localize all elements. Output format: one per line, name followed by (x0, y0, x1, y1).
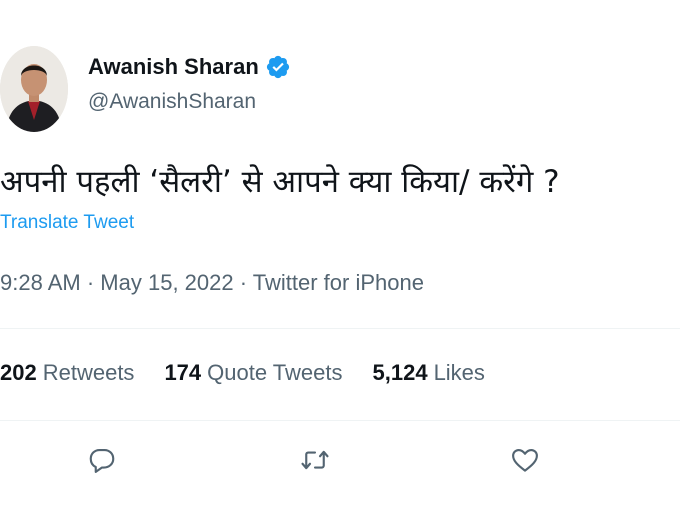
like-button[interactable] (505, 440, 545, 480)
tweet-header: Awanish Sharan @AwanishSharan (0, 40, 680, 132)
tweet-source[interactable]: Twitter for iPhone (253, 270, 424, 295)
heart-icon (512, 448, 538, 472)
translate-tweet-link[interactable]: Translate Tweet (0, 212, 134, 234)
retweets-label: Retweets (42, 360, 135, 385)
divider (0, 420, 680, 421)
tweet-text: अपनी पहली ‘सैलरी’ से आपने क्या किया/ करे… (0, 164, 560, 200)
quote-tweets-stat[interactable]: 174 Quote Tweets (164, 360, 342, 386)
likes-label: Likes (433, 360, 485, 385)
divider (0, 328, 680, 329)
tweet-date[interactable]: May 15, 2022 (100, 270, 233, 295)
reply-icon (89, 448, 115, 473)
tweet-meta: 9:28 AM · May 15, 2022 · Twitter for iPh… (0, 270, 424, 296)
retweets-count: 202 (0, 360, 37, 385)
verified-badge-icon (266, 55, 289, 79)
quote-tweets-count: 174 (164, 360, 202, 385)
retweet-button[interactable] (295, 440, 335, 480)
retweet-icon (301, 450, 329, 470)
tweet-stats: 202 Retweets 174 Quote Tweets 5,124 Likes (0, 360, 515, 386)
meta-separator: · (86, 270, 95, 295)
avatar[interactable] (0, 46, 68, 132)
avatar-image (0, 46, 68, 132)
quote-tweets-label: Quote Tweets (207, 360, 343, 385)
retweets-stat[interactable]: 202 Retweets (0, 360, 134, 386)
author-handle[interactable]: @AwanishSharan (88, 90, 256, 114)
likes-stat[interactable]: 5,124 Likes (373, 360, 485, 386)
likes-count: 5,124 (372, 360, 428, 385)
meta-separator: · (239, 270, 248, 295)
tweet-time[interactable]: 9:28 AM (0, 270, 81, 295)
author-name[interactable]: Awanish Sharan (88, 54, 259, 80)
reply-button[interactable] (82, 440, 122, 480)
tweet-actions (0, 440, 680, 484)
